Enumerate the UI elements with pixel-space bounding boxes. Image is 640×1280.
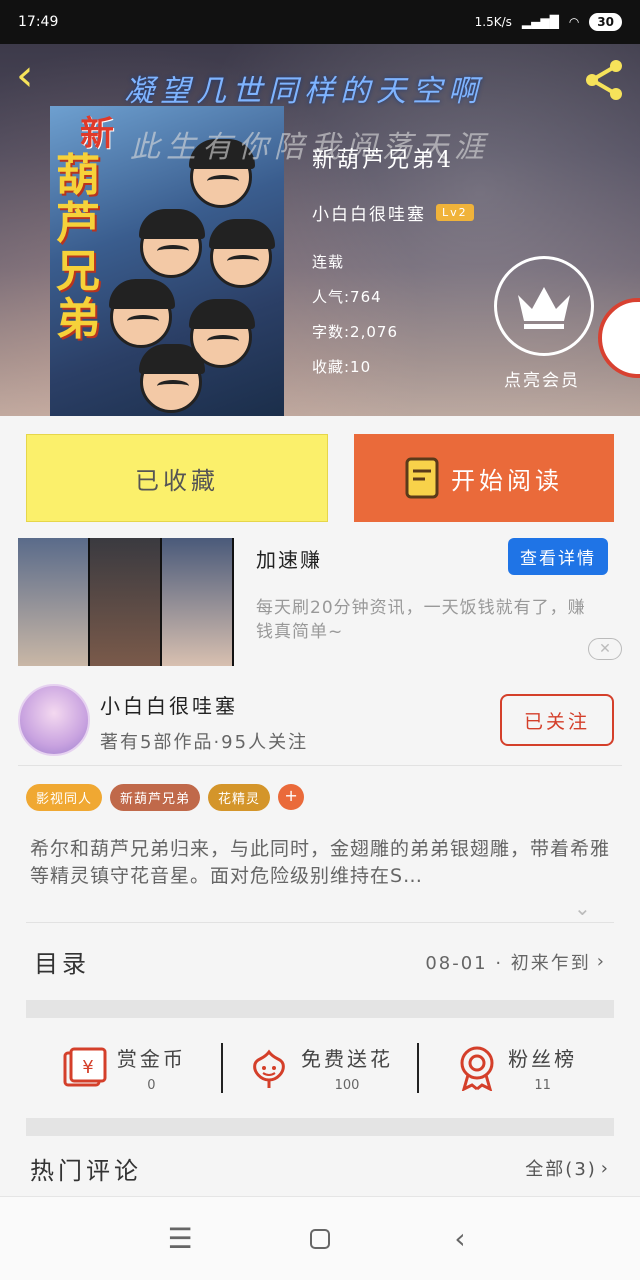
- signal-icon: ▂▄▆█: [521, 15, 559, 29]
- toc-label: 目录: [34, 950, 90, 978]
- book-icon: [405, 457, 439, 499]
- book-title: 新葫芦兄弟4: [312, 148, 454, 173]
- close-icon[interactable]: ✕: [588, 638, 622, 660]
- stat-label: 免费送花: [301, 1047, 393, 1071]
- tag-item[interactable]: 影视同人: [26, 784, 103, 811]
- book-favorites: 收藏:10: [312, 358, 372, 376]
- chevron-right-icon: ›: [600, 1157, 610, 1179]
- cover-character: [109, 279, 175, 348]
- flower-icon: [253, 1049, 285, 1088]
- status-bar: 17:49 1.5K/s ▂▄▆█ ◠ 30: [0, 0, 640, 44]
- network-speed: 1.5K/s: [474, 15, 512, 29]
- free-flowers[interactable]: 免费送花 100: [220, 1043, 418, 1093]
- ad-banner[interactable]: 加速赚 查看详情 每天刷20分钟资讯，一天饭钱就有了，赚钱真简单~ ✕: [18, 538, 622, 668]
- crown-icon: [518, 287, 570, 329]
- cover-new-label: 新: [80, 114, 114, 154]
- cover-character: [139, 209, 205, 278]
- book-hero: ‹ 凝望几世同样的天空啊 新 葫芦兄弟 此生有你陪我阅荡天涯 新葫芦兄弟4 小白…: [0, 44, 640, 416]
- cover-title: 葫芦兄弟: [56, 150, 100, 345]
- latest-chapter: 08-01 · 初来乍到: [425, 952, 591, 974]
- interaction-stats: ¥ 赏金币 0 免费送花 100 粉丝榜 11: [26, 1018, 614, 1118]
- chevron-right-icon: ›: [596, 951, 606, 972]
- section-divider: [26, 1118, 614, 1136]
- book-author[interactable]: 小白白很哇塞: [312, 200, 426, 225]
- author-stats: 著有5部作品·95人关注: [100, 732, 309, 753]
- start-reading-label: 开始阅读: [451, 466, 563, 495]
- add-tag-icon[interactable]: +: [278, 784, 305, 810]
- avatar[interactable]: [18, 684, 90, 756]
- back-nav-icon[interactable]: ‹: [440, 1219, 480, 1259]
- ad-description: 每天刷20分钟资讯，一天饭钱就有了，赚钱真简单~: [256, 598, 586, 642]
- comments-title: 热门评论: [30, 1156, 142, 1185]
- all-comments-link[interactable]: 全部(3) ›: [525, 1155, 610, 1181]
- ad-title: 加速赚: [256, 548, 322, 572]
- system-nav-bar: ☰ ‹: [0, 1196, 640, 1280]
- tag-item[interactable]: 花精灵: [208, 784, 271, 811]
- collected-button[interactable]: 已收藏: [26, 434, 328, 522]
- stat-value: 0: [147, 1078, 156, 1093]
- status-time: 17:49: [18, 14, 59, 30]
- book-status: 连载: [312, 253, 345, 271]
- home-icon[interactable]: [300, 1219, 340, 1259]
- section-divider: [26, 1000, 614, 1018]
- tag-list: 影视同人 新葫芦兄弟 花精灵 +: [26, 784, 305, 811]
- follow-button[interactable]: 已关注: [500, 694, 614, 746]
- wifi-icon: ◠: [568, 15, 580, 29]
- start-reading-button[interactable]: 开始阅读: [354, 434, 614, 522]
- cover-character: [139, 344, 205, 413]
- banner-text-1: 凝望几世同样的天空啊: [124, 74, 484, 109]
- svg-text:¥: ¥: [82, 1057, 93, 1078]
- reward-coins[interactable]: ¥ 赏金币 0: [26, 1043, 221, 1093]
- table-of-contents[interactable]: 目录 08-01 · 初来乍到 ›: [26, 922, 614, 1000]
- author-name: 小白白很哇塞: [100, 694, 238, 718]
- stat-label: 赏金币: [116, 1047, 186, 1071]
- gift-coin-icon: ¥: [63, 1047, 107, 1087]
- level-badge: Lv2: [436, 204, 474, 221]
- menu-icon[interactable]: ☰: [160, 1219, 200, 1259]
- stat-value: 11: [534, 1078, 551, 1093]
- hot-comments-header: 热门评论 全部(3) ›: [26, 1140, 614, 1196]
- action-buttons: 已收藏 开始阅读: [26, 434, 614, 522]
- book-info: 新葫芦兄弟4 小白白很哇塞 Lv2 连载 人气:764 字数:2,076 收藏:…: [312, 142, 474, 385]
- vip-label: 点亮会员: [504, 371, 580, 391]
- battery-icon: 30: [589, 13, 622, 31]
- tag-item[interactable]: 新葫芦兄弟: [110, 784, 201, 811]
- ad-image[interactable]: [18, 538, 234, 666]
- chevron-down-icon[interactable]: ⌄: [574, 896, 591, 920]
- stat-value: 100: [334, 1078, 360, 1093]
- cover-character: [209, 219, 275, 288]
- stat-label: 粉丝榜: [508, 1047, 578, 1071]
- author-card[interactable]: 小白白很哇塞 著有5部作品·95人关注 已关注: [18, 680, 622, 766]
- synopsis[interactable]: 希尔和葫芦兄弟归来，与此同时，金翅雕的弟弟银翅雕，带着希雅等精灵镇守花音星。面对…: [30, 836, 612, 890]
- vip-button[interactable]: [494, 256, 594, 356]
- medal-icon: [460, 1046, 494, 1091]
- fan-ranking[interactable]: 粉丝榜 11: [417, 1043, 614, 1093]
- back-icon[interactable]: ‹: [16, 54, 56, 100]
- ad-details-button[interactable]: 查看详情: [508, 538, 608, 575]
- share-icon[interactable]: [580, 56, 628, 104]
- book-word-count: 字数:2,076: [312, 323, 398, 341]
- book-popularity: 人气:764: [312, 288, 382, 306]
